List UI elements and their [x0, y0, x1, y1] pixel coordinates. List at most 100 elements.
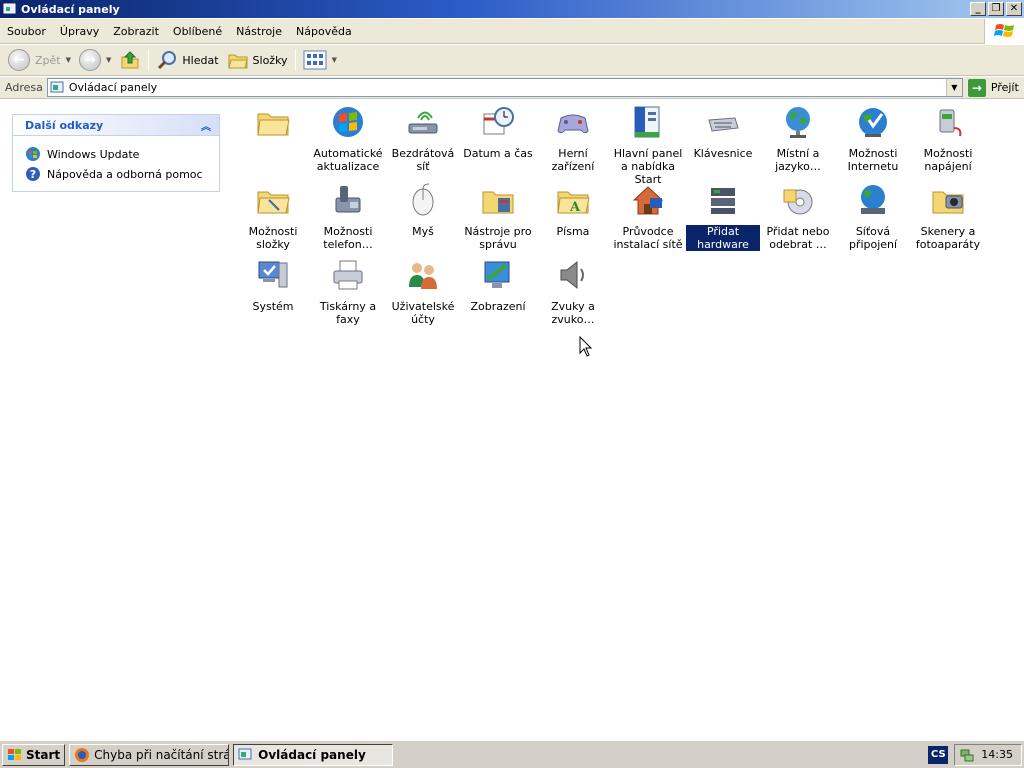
- folders-icon: [227, 54, 248, 69]
- back-dropdown-icon[interactable]: ▼: [66, 56, 71, 64]
- control-panel-item[interactable]: Průvodce instalací sítě: [611, 178, 685, 251]
- item-label: Možnosti telefon…: [323, 225, 373, 251]
- control-panel-item[interactable]: Možnosti napájení: [911, 100, 985, 173]
- control-panel-item[interactable]: Myš: [386, 178, 460, 238]
- item-label: Tiskárny a faxy: [319, 300, 377, 326]
- control-panel-item[interactable]: Možnosti Internetu: [836, 100, 910, 173]
- views-dropdown-icon[interactable]: ▼: [332, 56, 337, 64]
- go-button[interactable]: → Přejít: [967, 78, 1019, 97]
- menu-view[interactable]: Zobrazit: [106, 25, 166, 38]
- menu-file[interactable]: Soubor: [0, 25, 53, 38]
- control-panel-icon: [238, 748, 252, 759]
- control-panel-item[interactable]: Klávesnice: [686, 100, 760, 160]
- add-hardware-icon: [711, 188, 735, 214]
- control-panel-item[interactable]: Systém: [236, 253, 310, 313]
- windows-update-link[interactable]: Windows Update: [25, 144, 219, 164]
- item-label: Přidat hardware: [686, 225, 760, 251]
- folder-up-icon: [121, 51, 139, 69]
- control-panel-item[interactable]: Automatické aktualizace: [311, 100, 385, 173]
- admin-tools-icon: [482, 191, 514, 214]
- control-panel-item[interactable]: Zobrazení: [461, 253, 535, 313]
- collapse-chevron-icon[interactable]: ︽: [201, 118, 211, 133]
- control-panel-item[interactable]: Datum a čas: [461, 100, 535, 160]
- control-panel-item[interactable]: Bezdrátová síť: [386, 100, 460, 173]
- item-label: Klávesnice: [693, 147, 753, 160]
- item-label: Písma: [556, 225, 590, 238]
- views-icon: [303, 50, 327, 70]
- item-label: Možnosti složky: [248, 225, 298, 251]
- svg-text:A: A: [569, 200, 581, 215]
- control-panel-item[interactable]: Zvuky a zvuko…: [536, 253, 610, 326]
- taskbar-item-control-panel[interactable]: Ovládací panely: [233, 743, 394, 766]
- address-bar: Adresa Ovládací panely ▼ → Přejít: [0, 77, 1024, 99]
- address-label: Adresa: [5, 81, 43, 94]
- item-label: Automatické aktualizace: [313, 147, 383, 173]
- control-panel-item[interactable]: Hlavní panel a nabídka Start: [611, 100, 685, 186]
- menu-favorites[interactable]: Oblíbené: [166, 25, 229, 38]
- item-label: Bezdrátová síť: [391, 147, 455, 173]
- control-panel-item[interactable]: Síťová připojení: [836, 178, 910, 251]
- windows-flag-icon: [8, 748, 21, 760]
- item-label: Herní zařízení: [551, 147, 595, 173]
- control-panel-item[interactable]: Místní a jazyko…: [761, 100, 835, 173]
- search-button[interactable]: Hledat: [152, 47, 222, 73]
- views-button[interactable]: ▼: [299, 47, 341, 73]
- help-support-link[interactable]: ? Nápověda a odborná pomoc: [25, 164, 219, 184]
- help-icon: ?: [26, 167, 40, 181]
- close-button[interactable]: ✕: [1006, 2, 1022, 16]
- taskbar-item-browser[interactable]: Chyba při načítání stránk…: [69, 743, 230, 766]
- clock[interactable]: 14:35: [954, 743, 1022, 766]
- control-panel-item[interactable]: Možnosti telefon…: [311, 178, 385, 251]
- folders-button[interactable]: Složky: [223, 47, 292, 73]
- start-button[interactable]: Start: [2, 743, 66, 766]
- users-icon: [409, 263, 437, 289]
- mouse-cursor-icon: [579, 336, 593, 357]
- forward-dropdown-icon[interactable]: ▼: [106, 56, 111, 64]
- up-button[interactable]: [115, 47, 145, 73]
- side-panel-header[interactable]: Další odkazy ︽: [12, 114, 220, 136]
- printer-icon: [333, 260, 363, 290]
- minimize-button[interactable]: _: [970, 2, 986, 16]
- windows-update-icon: [333, 107, 363, 137]
- address-value[interactable]: Ovládací panely: [69, 81, 946, 94]
- clock-icon: [483, 107, 514, 135]
- title-bar[interactable]: Ovládací panely _ ❐ ✕: [0, 0, 1024, 18]
- item-label: Zvuky a zvuko…: [551, 300, 595, 326]
- menu-tools[interactable]: Nástroje: [229, 25, 289, 38]
- forward-arrow-icon: →: [79, 49, 101, 71]
- folder-options-icon: [257, 191, 290, 214]
- address-dropdown-icon[interactable]: ▼: [945, 79, 962, 96]
- display-icon: [484, 261, 510, 288]
- control-panel-item[interactable]: A Písma: [536, 178, 610, 238]
- network-tray-icon[interactable]: [959, 747, 975, 763]
- svg-text:?: ?: [30, 168, 36, 181]
- menu-edit[interactable]: Úpravy: [53, 25, 106, 38]
- control-panel-item[interactable]: Uživatelské účty: [386, 253, 460, 326]
- control-panel-item[interactable]: Nástroje pro správu: [461, 178, 535, 251]
- address-input[interactable]: Ovládací panely ▼: [46, 78, 963, 97]
- fonts-icon: A: [557, 191, 590, 215]
- phone-icon: [335, 186, 361, 213]
- control-panel-item[interactable]: Skenery a fotoaparáty: [911, 178, 985, 251]
- control-panel-item[interactable]: Tiskárny a faxy: [311, 253, 385, 326]
- item-label: Datum a čas: [463, 147, 533, 160]
- menu-bar: Soubor Úpravy Zobrazit Oblíbené Nástroje…: [0, 18, 1024, 44]
- forward-button[interactable]: → ▼: [75, 47, 115, 73]
- language-indicator[interactable]: CS: [928, 745, 949, 764]
- menu-help[interactable]: Nápověda: [289, 25, 359, 38]
- control-panel-item[interactable]: [236, 100, 310, 160]
- gamepad-icon: [557, 114, 589, 134]
- item-label: Uživatelské účty: [391, 300, 455, 326]
- item-label: Síťová připojení: [848, 225, 898, 251]
- control-panel-item[interactable]: Přidat hardware: [686, 178, 760, 251]
- control-panel-item[interactable]: Herní zařízení: [536, 100, 610, 173]
- folder-icon: [257, 113, 290, 136]
- control-panel-item[interactable]: Přidat nebo odebrat …: [761, 178, 835, 251]
- back-button[interactable]: ← Zpět ▼: [4, 47, 75, 73]
- control-panel-item[interactable]: Možnosti složky: [236, 178, 310, 251]
- item-label: Systém: [252, 300, 294, 313]
- mouse-icon: [412, 183, 434, 216]
- control-panel-icon: [3, 3, 16, 14]
- item-label: Skenery a fotoaparáty: [915, 225, 981, 251]
- maximize-button[interactable]: ❐: [988, 2, 1004, 16]
